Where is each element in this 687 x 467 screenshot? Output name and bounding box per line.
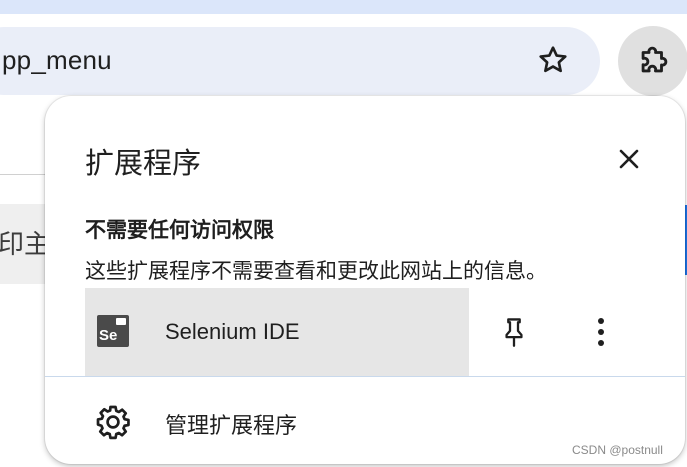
selenium-logo-text: Se	[99, 327, 118, 344]
background-divider	[0, 174, 50, 175]
popup-title: 扩展程序	[85, 148, 202, 180]
close-button[interactable]	[611, 141, 647, 177]
watermark: CSDN @postnull	[572, 443, 663, 457]
address-bar-text[interactable]: pp_menu	[2, 45, 112, 76]
gear-icon	[96, 405, 130, 440]
section-heading: 不需要任何访问权限	[85, 219, 274, 242]
manage-extensions-label: 管理扩展程序	[165, 413, 298, 438]
selenium-logo-icon: Se	[97, 315, 129, 347]
camera-icon	[116, 318, 126, 325]
extension-name: Selenium IDE	[165, 319, 300, 344]
background-partial-text: 印主	[0, 229, 51, 259]
more-vertical-icon	[598, 318, 604, 346]
bookmark-button[interactable]	[531, 38, 575, 82]
extensions-popup: 扩展程序 不需要任何访问权限 这些扩展程序不需要查看和更改此网站上的信息。 Se…	[45, 96, 685, 464]
browser-top-strip	[0, 0, 687, 14]
puzzle-piece-icon	[641, 46, 668, 73]
section-description: 这些扩展程序不需要查看和更改此网站上的信息。	[85, 260, 547, 283]
star-outline-icon	[539, 46, 567, 73]
close-icon	[619, 149, 639, 169]
address-bar[interactable]: pp_menu	[0, 27, 600, 95]
extensions-button[interactable]	[618, 26, 687, 96]
more-options-button[interactable]	[581, 311, 621, 353]
extension-item-selenium-ide[interactable]: Se Selenium IDE	[85, 288, 469, 376]
pin-icon	[505, 318, 523, 347]
pin-button[interactable]	[493, 311, 535, 353]
